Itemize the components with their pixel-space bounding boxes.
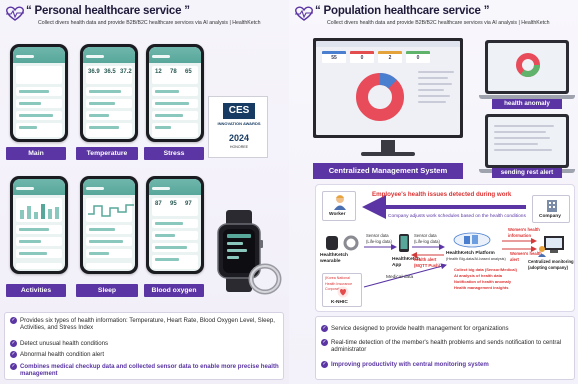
label-sleep: Sleep xyxy=(76,284,138,297)
smart-ring-icon xyxy=(248,263,282,295)
right-header: “ Population healthcare service ” Collec… xyxy=(293,4,576,34)
ces-logo: CES xyxy=(223,103,255,119)
phone-app-icon xyxy=(399,234,409,252)
check-icon: ✓ xyxy=(321,325,328,332)
laptop-rest-alert xyxy=(479,114,575,173)
health-anomaly-label: health anomaly xyxy=(492,99,562,109)
wearable-icon xyxy=(326,235,359,251)
check-icon: ✓ xyxy=(321,339,328,346)
right-feature-list: ✓ Service designed to provide health mana… xyxy=(315,316,575,380)
heartbeat-icon xyxy=(6,6,24,21)
left-header: “ Personal healthcare service ” Collect … xyxy=(4,4,287,34)
phone-activities xyxy=(10,176,68,274)
phone-stress: 12 78 65 xyxy=(146,44,204,142)
flow-headline: Employee's health issues detected during… xyxy=(372,191,512,198)
laptop-health-anomaly xyxy=(479,40,575,99)
left-subtitle: Collect divers health data and provide B… xyxy=(38,20,261,26)
platform-icon xyxy=(453,232,491,248)
label-blood-oxygen: Blood oxygen xyxy=(144,284,204,297)
label-temperature: Temperature xyxy=(76,147,138,160)
rest-alert-label: sending rest alert xyxy=(492,168,562,178)
phone-sleep xyxy=(80,176,138,274)
heart-icon xyxy=(337,286,349,298)
label-activities: Activities xyxy=(6,284,66,297)
worker-icon xyxy=(334,195,346,210)
donut-chart-icon xyxy=(356,73,404,121)
left-feature-list: ✓ Provides six types of health informatio… xyxy=(4,312,284,380)
check-icon: ✓ xyxy=(10,363,17,370)
personal-healthcare-panel: “ Personal healthcare service ” Collect … xyxy=(0,0,289,384)
check-icon: ✓ xyxy=(10,351,17,358)
cms-label: Centralized Management System xyxy=(313,163,463,179)
ces-award-badge: CES INNOVATION AWARDS 2024 HONOREE xyxy=(208,96,268,158)
sleep-graph-icon xyxy=(88,204,134,217)
right-subtitle: Collect divers health data and provide B… xyxy=(327,20,550,26)
cms-monitor: 55 0 2 0 xyxy=(313,38,463,138)
system-flow-diagram: Employee's health issues detected during… xyxy=(315,184,575,312)
label-main: Main xyxy=(6,147,66,160)
check-icon: ✓ xyxy=(10,317,17,324)
knhic-box: (Korea National Health Insurance Corpora… xyxy=(322,273,362,307)
right-title: “ Population healthcare service ” xyxy=(315,5,490,17)
anomaly-chart-icon xyxy=(516,53,540,77)
phone-temperature: 36.9 36.5 37.2 xyxy=(80,44,138,142)
monitoring-icon xyxy=(538,236,564,257)
phone-main xyxy=(10,44,68,142)
label-stress: Stress xyxy=(144,147,204,160)
check-icon: ✓ xyxy=(10,340,17,347)
worker-box: Worker xyxy=(322,191,356,221)
check-icon: ✓ xyxy=(321,361,328,368)
left-title: “ Personal healthcare service ” xyxy=(26,5,190,17)
flow-subline: Company adjusts work schedules based on … xyxy=(388,214,526,219)
activity-bars-icon xyxy=(20,204,59,219)
heartbeat-icon xyxy=(295,6,313,21)
company-box: Company xyxy=(532,195,570,223)
building-icon xyxy=(547,200,557,212)
phone-blood-oxygen: 87 95 97 xyxy=(146,176,204,274)
